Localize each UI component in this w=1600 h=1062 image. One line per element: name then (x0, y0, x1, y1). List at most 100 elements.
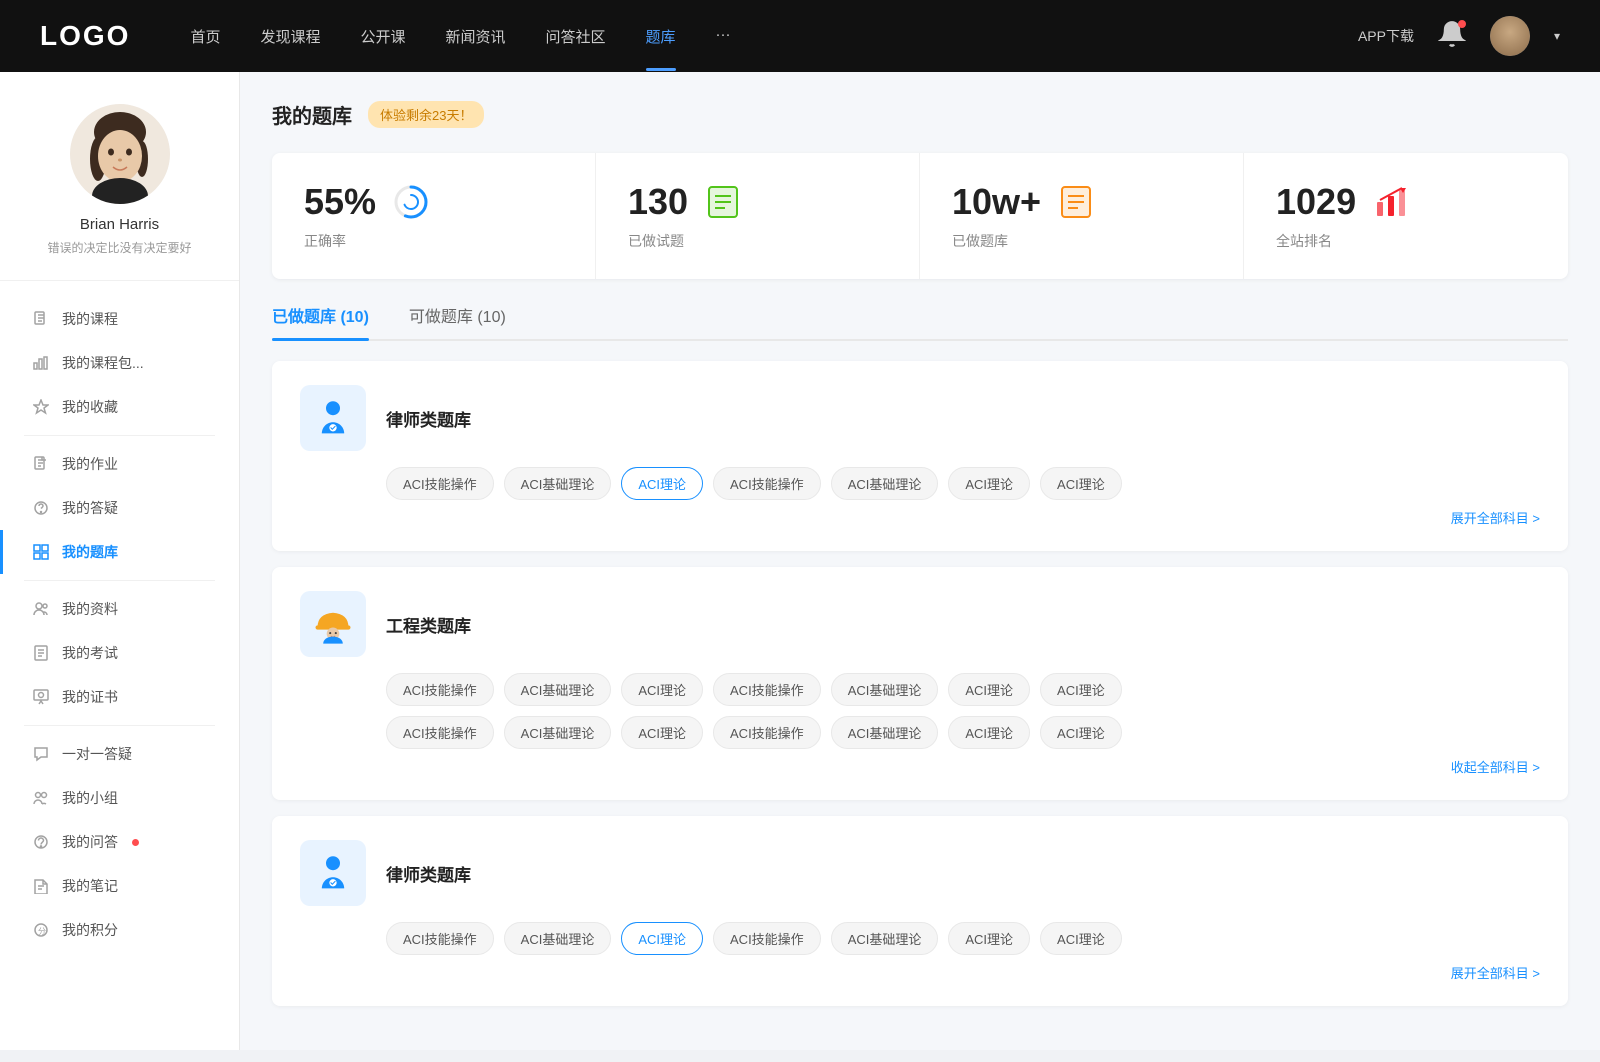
qbank-tag-0-5[interactable]: ACI理论 (948, 467, 1030, 500)
nav-link-news[interactable]: 新闻资讯 (446, 26, 506, 47)
sidebar-item-exam[interactable]: 我的考试 (0, 631, 239, 675)
nav-link-home[interactable]: 首页 (190, 26, 220, 47)
nav-link-more[interactable]: ··· (716, 26, 731, 47)
sidebar-item-profile[interactable]: 我的资料 (0, 587, 239, 631)
nav-avatar[interactable] (1490, 16, 1530, 56)
qbank-tag-0-3[interactable]: ACI技能操作 (713, 467, 821, 500)
main-content: 我的题库 体验剩余23天！ 55% 正确率 (240, 72, 1600, 1050)
stat-icon-done-banks (1055, 181, 1097, 223)
qbank-tags-0: ACI技能操作 ACI基础理论 ACI理论 ACI技能操作 ACI基础理论 AC… (386, 467, 1540, 500)
qbank-tag-2-4[interactable]: ACI基础理论 (831, 922, 939, 955)
stat-top-accuracy: 55% (304, 181, 563, 223)
qa-notification-dot (132, 839, 139, 846)
qbank-tag-0-0[interactable]: ACI技能操作 (386, 467, 494, 500)
qbank-tag-2-3[interactable]: ACI技能操作 (713, 922, 821, 955)
stat-icon-done-q (702, 181, 744, 223)
sidebar-label-exam: 我的考试 (62, 643, 118, 663)
sidebar-menu: 我的课程 我的课程包... 我的收藏 我的作业 (0, 289, 239, 960)
qbank-tag-0-4[interactable]: ACI基础理论 (831, 467, 939, 500)
sidebar-item-cert[interactable]: 我的证书 (0, 675, 239, 719)
nav-link-discover[interactable]: 发现课程 (260, 26, 320, 47)
sidebar-item-packages[interactable]: 我的课程包... (0, 341, 239, 385)
qbank-tag-1-r2-6[interactable]: ACI理论 (1040, 716, 1122, 749)
score-icon: 分 (32, 921, 50, 939)
qbank-tag-1-r2-1[interactable]: ACI基础理论 (504, 716, 612, 749)
qbank-tag-1-r1-0[interactable]: ACI技能操作 (386, 673, 494, 706)
stat-value-done-q: 130 (628, 181, 688, 223)
qbank-tag-1-r2-5[interactable]: ACI理论 (948, 716, 1030, 749)
sidebar-divider-3 (24, 725, 215, 726)
qbank-tag-1-r2-2[interactable]: ACI理论 (621, 716, 703, 749)
sidebar-item-myqa[interactable]: 我的问答 (0, 820, 239, 864)
qbank-tag-1-r2-0[interactable]: ACI技能操作 (386, 716, 494, 749)
nav-bell[interactable] (1438, 20, 1466, 53)
nav-link-qa[interactable]: 问答社区 (546, 26, 606, 47)
qbank-title-2: 律师类题库 (386, 861, 471, 886)
qbank-tag-1-r2-3[interactable]: ACI技能操作 (713, 716, 821, 749)
sidebar-item-points[interactable]: 分 我的积分 (0, 908, 239, 952)
navbar: LOGO 首页 发现课程 公开课 新闻资讯 问答社区 题库 ··· APP下载 … (0, 0, 1600, 72)
qbank-tag-2-1[interactable]: ACI基础理论 (504, 922, 612, 955)
qbank-header-1: 工程类题库 (300, 591, 1540, 657)
qbank-tag-1-r1-5[interactable]: ACI理论 (948, 673, 1030, 706)
qbank-expand-0[interactable]: 展开全部科目 > (300, 508, 1540, 527)
sidebar-label-group: 我的小组 (62, 788, 118, 808)
qbank-tag-0-2[interactable]: ACI理论 (621, 467, 703, 500)
sidebar-item-group[interactable]: 我的小组 (0, 776, 239, 820)
qbank-expand-2[interactable]: 展开全部科目 > (300, 963, 1540, 982)
nav-chevron-icon[interactable]: ▾ (1554, 29, 1560, 43)
nav-link-qbank[interactable]: 题库 (646, 26, 676, 47)
qbank-tag-2-5[interactable]: ACI理论 (948, 922, 1030, 955)
sidebar-item-1on1[interactable]: 一对一答疑 (0, 732, 239, 776)
chart-bar-icon (32, 354, 50, 372)
exam-icon (32, 644, 50, 662)
qbank-icon-engineer-1 (300, 591, 366, 657)
qbank-tag-2-6[interactable]: ACI理论 (1040, 922, 1122, 955)
sidebar-username: Brian Harris (80, 216, 159, 233)
stat-top-done-banks: 10w+ (952, 181, 1211, 223)
sidebar-item-favorites[interactable]: 我的收藏 (0, 385, 239, 429)
qbank-tag-0-1[interactable]: ACI基础理论 (504, 467, 612, 500)
qbank-card-0: 律师类题库 ACI技能操作 ACI基础理论 ACI理论 ACI技能操作 ACI基… (272, 361, 1568, 551)
nav-link-open[interactable]: 公开课 (360, 26, 405, 47)
cert-icon (32, 688, 50, 706)
qbank-collapse-1[interactable]: 收起全部科目 > (300, 757, 1540, 776)
sidebar-item-notes[interactable]: 我的笔记 (0, 864, 239, 908)
qbank-title-1: 工程类题库 (386, 612, 471, 637)
qbank-title-0: 律师类题库 (386, 406, 471, 431)
qbank-tag-1-r2-4[interactable]: ACI基础理论 (831, 716, 939, 749)
users-icon (32, 600, 50, 618)
trial-badge: 体验剩余23天！ (368, 101, 484, 128)
stat-card-done-q: 130 已做试题 (596, 153, 920, 279)
qbank-tag-1-r1-6[interactable]: ACI理论 (1040, 673, 1122, 706)
sidebar-item-homework[interactable]: 我的作业 (0, 442, 239, 486)
sidebar-item-qa[interactable]: 我的答疑 (0, 486, 239, 530)
sidebar-item-courses[interactable]: 我的课程 (0, 297, 239, 341)
page-title: 我的题库 (272, 100, 352, 129)
sidebar-motto: 错误的决定比没有决定要好 (27, 239, 211, 256)
grid-icon (32, 543, 50, 561)
sidebar-label-qa: 我的答疑 (62, 498, 118, 518)
qbank-tag-1-r1-1[interactable]: ACI基础理论 (504, 673, 612, 706)
qbank-tag-1-r1-3[interactable]: ACI技能操作 (713, 673, 821, 706)
stat-card-rank: 1029 全站排名 (1244, 153, 1568, 279)
qbank-icon-lawyer-2 (300, 840, 366, 906)
nav-bell-dot (1458, 20, 1466, 28)
sidebar-label-qbank: 我的题库 (62, 542, 118, 562)
qbank-header-2: 律师类题库 (300, 840, 1540, 906)
tab-available-banks[interactable]: 可做题库 (10) (409, 303, 506, 339)
stat-label-accuracy: 正确率 (304, 231, 563, 251)
qbank-tag-1-r1-4[interactable]: ACI基础理论 (831, 673, 939, 706)
qbank-tag-1-r1-2[interactable]: ACI理论 (621, 673, 703, 706)
stat-card-accuracy: 55% 正确率 (272, 153, 596, 279)
page-header: 我的题库 体验剩余23天！ (272, 100, 1568, 129)
avatar-svg (70, 104, 170, 204)
stat-card-done-banks: 10w+ 已做题库 (920, 153, 1244, 279)
stat-top-done-q: 130 (628, 181, 887, 223)
nav-app-download[interactable]: APP下载 (1358, 26, 1414, 46)
tab-done-banks[interactable]: 已做题库 (10) (272, 303, 369, 339)
qbank-tag-2-2[interactable]: ACI理论 (621, 922, 703, 955)
qbank-tag-0-6[interactable]: ACI理论 (1040, 467, 1122, 500)
qbank-tag-2-0[interactable]: ACI技能操作 (386, 922, 494, 955)
sidebar-item-qbank[interactable]: 我的题库 (0, 530, 239, 574)
